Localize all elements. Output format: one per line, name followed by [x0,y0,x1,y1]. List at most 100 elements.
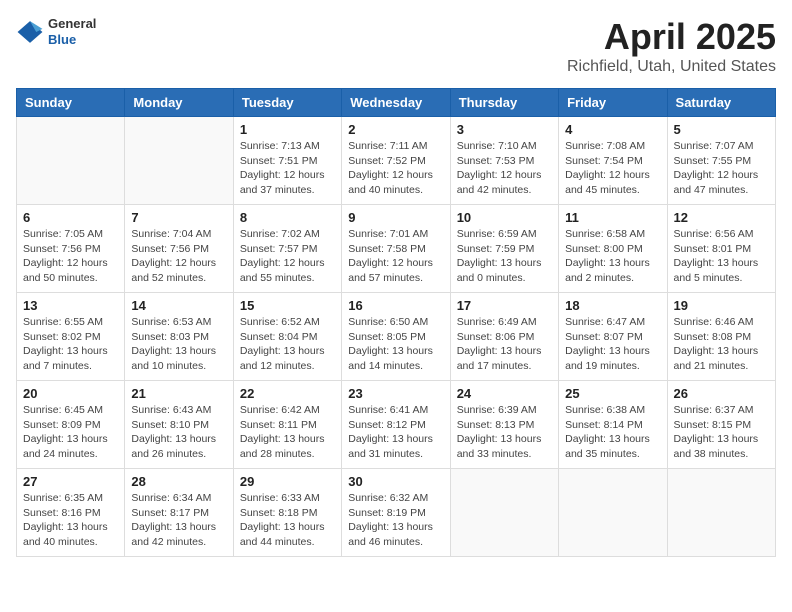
weekday-header: Saturday [667,89,775,117]
calendar-table: SundayMondayTuesdayWednesdayThursdayFrid… [16,88,776,557]
day-number: 29 [240,474,335,489]
day-number: 13 [23,298,118,313]
day-info: Sunrise: 6:58 AMSunset: 8:00 PMDaylight:… [565,227,660,286]
day-info: Sunrise: 6:59 AMSunset: 7:59 PMDaylight:… [457,227,552,286]
calendar-cell: 10Sunrise: 6:59 AMSunset: 7:59 PMDayligh… [450,205,558,293]
day-info: Sunrise: 6:32 AMSunset: 8:19 PMDaylight:… [348,491,443,550]
day-info: Sunrise: 6:37 AMSunset: 8:15 PMDaylight:… [674,403,769,462]
week-row: 1 Sunrise: 7:13 AMSunset: 7:51 PMDaylight… [17,117,776,205]
calendar-cell: 14Sunrise: 6:53 AMSunset: 8:03 PMDayligh… [125,293,233,381]
weekday-header: Monday [125,89,233,117]
day-info: Sunrise: 7:02 AMSunset: 7:57 PMDaylight:… [240,227,335,286]
week-row: 20Sunrise: 6:45 AMSunset: 8:09 PMDayligh… [17,381,776,469]
calendar-cell: 13 Sunrise: 6:55 AMSunset: 8:02 PMDayligh… [17,293,125,381]
calendar-cell [17,117,125,205]
calendar-cell: 17 Sunrise: 6:49 AMSunset: 8:06 PMDayligh… [450,293,558,381]
day-number: 11 [565,210,660,225]
day-info: Sunrise: 6:39 AMSunset: 8:13 PMDaylight:… [457,403,552,462]
day-info: Sunrise: 6:33 AMSunset: 8:18 PMDaylight:… [240,491,335,550]
day-number: 1 [240,122,335,137]
day-info: Sunrise: 6:49 AMSunset: 8:06 PMDaylight:… [457,315,552,374]
calendar-cell: 12Sunrise: 6:56 AMSunset: 8:01 PMDayligh… [667,205,775,293]
calendar-cell: 20Sunrise: 6:45 AMSunset: 8:09 PMDayligh… [17,381,125,469]
weekday-header: Friday [559,89,667,117]
calendar-cell: 21Sunrise: 6:43 AMSunset: 8:10 PMDayligh… [125,381,233,469]
logo-blue: Blue [48,32,96,48]
day-info: Sunrise: 6:41 AMSunset: 8:12 PMDaylight:… [348,403,443,462]
day-info: Sunrise: 7:08 AMSunset: 7:54 PMDaylight:… [565,139,660,198]
weekday-header: Sunday [17,89,125,117]
day-info: Sunrise: 7:07 AMSunset: 7:55 PMDaylight:… [674,139,769,198]
weekday-header: Thursday [450,89,558,117]
calendar-cell: 8 Sunrise: 7:02 AMSunset: 7:57 PMDaylight… [233,205,341,293]
calendar-cell: 15 Sunrise: 6:52 AMSunset: 8:04 PMDayligh… [233,293,341,381]
weekday-header-row: SundayMondayTuesdayWednesdayThursdayFrid… [17,89,776,117]
day-number: 17 [457,298,552,313]
day-info: Sunrise: 6:46 AMSunset: 8:08 PMDaylight:… [674,315,769,374]
logo-general: General [48,16,96,32]
day-number: 20 [23,386,118,401]
calendar-cell: 24 Sunrise: 6:39 AMSunset: 8:13 PMDayligh… [450,381,558,469]
calendar-cell: 11 Sunrise: 6:58 AMSunset: 8:00 PMDayligh… [559,205,667,293]
calendar-cell: 25Sunrise: 6:38 AMSunset: 8:14 PMDayligh… [559,381,667,469]
calendar-cell: 29 Sunrise: 6:33 AMSunset: 8:18 PMDayligh… [233,469,341,557]
title-block: April 2025 Richfield, Utah, United State… [567,16,776,76]
day-info: Sunrise: 6:47 AMSunset: 8:07 PMDaylight:… [565,315,660,374]
day-info: Sunrise: 7:11 AMSunset: 7:52 PMDaylight:… [348,139,443,198]
day-number: 8 [240,210,335,225]
day-info: Sunrise: 6:52 AMSunset: 8:04 PMDaylight:… [240,315,335,374]
day-number: 21 [131,386,226,401]
day-number: 24 [457,386,552,401]
day-number: 27 [23,474,118,489]
day-number: 18 [565,298,660,313]
logo: General Blue [16,16,96,47]
calendar-title: April 2025 [567,16,776,58]
day-number: 4 [565,122,660,137]
day-number: 6 [23,210,118,225]
calendar-cell: 19 Sunrise: 6:46 AMSunset: 8:08 PMDayligh… [667,293,775,381]
day-info: Sunrise: 7:01 AMSunset: 7:58 PMDaylight:… [348,227,443,286]
day-number: 30 [348,474,443,489]
calendar-cell: 4 Sunrise: 7:08 AMSunset: 7:54 PMDaylight… [559,117,667,205]
calendar-cell: 9 Sunrise: 7:01 AMSunset: 7:58 PMDaylight… [342,205,450,293]
day-number: 16 [348,298,443,313]
weekday-header: Wednesday [342,89,450,117]
day-number: 26 [674,386,769,401]
day-number: 15 [240,298,335,313]
calendar-cell: 26 Sunrise: 6:37 AMSunset: 8:15 PMDayligh… [667,381,775,469]
day-number: 22 [240,386,335,401]
week-row: 13 Sunrise: 6:55 AMSunset: 8:02 PMDayligh… [17,293,776,381]
calendar-cell [450,469,558,557]
calendar-cell: 5 Sunrise: 7:07 AMSunset: 7:55 PMDaylight… [667,117,775,205]
day-info: Sunrise: 6:34 AMSunset: 8:17 PMDaylight:… [131,491,226,550]
calendar-cell: 22 Sunrise: 6:42 AMSunset: 8:11 PMDayligh… [233,381,341,469]
calendar-cell: 6 Sunrise: 7:05 AMSunset: 7:56 PMDaylight… [17,205,125,293]
calendar-subtitle: Richfield, Utah, United States [567,58,776,76]
day-info: Sunrise: 7:13 AMSunset: 7:51 PMDaylight:… [240,139,335,198]
day-info: Sunrise: 6:53 AMSunset: 8:03 PMDaylight:… [131,315,226,374]
calendar-cell: 23 Sunrise: 6:41 AMSunset: 8:12 PMDayligh… [342,381,450,469]
day-number: 25 [565,386,660,401]
calendar-cell: 18 Sunrise: 6:47 AMSunset: 8:07 PMDayligh… [559,293,667,381]
day-number: 2 [348,122,443,137]
calendar-cell [559,469,667,557]
page-header: General Blue April 2025 Richfield, Utah,… [16,16,776,76]
day-info: Sunrise: 6:50 AMSunset: 8:05 PMDaylight:… [348,315,443,374]
day-number: 12 [674,210,769,225]
day-number: 5 [674,122,769,137]
day-info: Sunrise: 7:10 AMSunset: 7:53 PMDaylight:… [457,139,552,198]
day-number: 23 [348,386,443,401]
calendar-cell: 27 Sunrise: 6:35 AMSunset: 8:16 PMDayligh… [17,469,125,557]
day-info: Sunrise: 6:55 AMSunset: 8:02 PMDaylight:… [23,315,118,374]
day-info: Sunrise: 7:05 AMSunset: 7:56 PMDaylight:… [23,227,118,286]
day-info: Sunrise: 6:42 AMSunset: 8:11 PMDaylight:… [240,403,335,462]
day-info: Sunrise: 6:35 AMSunset: 8:16 PMDaylight:… [23,491,118,550]
calendar-cell [125,117,233,205]
calendar-cell: 16 Sunrise: 6:50 AMSunset: 8:05 PMDayligh… [342,293,450,381]
calendar-cell: 2 Sunrise: 7:11 AMSunset: 7:52 PMDaylight… [342,117,450,205]
calendar-cell: 1 Sunrise: 7:13 AMSunset: 7:51 PMDaylight… [233,117,341,205]
day-number: 9 [348,210,443,225]
calendar-cell: 28Sunrise: 6:34 AMSunset: 8:17 PMDayligh… [125,469,233,557]
day-number: 19 [674,298,769,313]
day-number: 7 [131,210,226,225]
